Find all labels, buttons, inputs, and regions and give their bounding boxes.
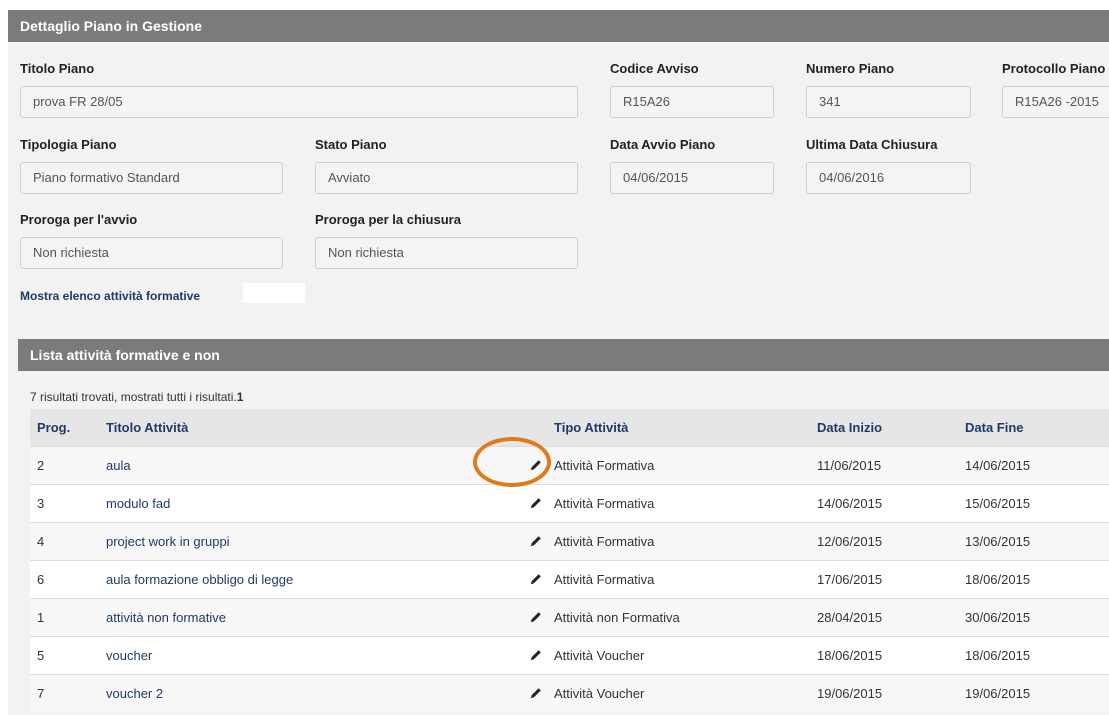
tipologia-piano-label: Tipologia Piano: [20, 137, 117, 152]
cell-fine: 13/06/2015: [965, 522, 1109, 561]
cell-prog: 3: [30, 484, 106, 523]
ultima-data-chiusura-label: Ultima Data Chiusura: [806, 137, 938, 152]
table-row: 5 voucher Attività Voucher 18/06/2015 18/06/…: [30, 636, 1109, 675]
col-titolo[interactable]: Titolo Attività: [106, 409, 441, 447]
pencil-icon[interactable]: [529, 534, 543, 548]
cell-tipo: Attività Formativa: [554, 522, 817, 561]
cell-fine: 15/06/2015: [965, 484, 1109, 523]
cell-edit: [441, 522, 554, 561]
results-text: 7 risultati trovati, mostrati tutti i ri…: [30, 390, 237, 404]
cell-inizio: 12/06/2015: [817, 522, 965, 561]
panel-title: Dettaglio Piano in Gestione: [8, 10, 1109, 42]
codice-avviso-field[interactable]: R15A26: [610, 86, 774, 118]
pencil-icon[interactable]: [529, 496, 543, 510]
cell-prog: 1: [30, 598, 106, 637]
table-row: 1 attività non formative Attività non Form…: [30, 598, 1109, 637]
titolo-piano-label: Titolo Piano: [20, 61, 95, 76]
pencil-icon[interactable]: [529, 648, 543, 662]
cell-edit: [441, 484, 554, 523]
cell-tipo: Attività Voucher: [554, 636, 817, 675]
cell-tipo: Attività Formativa: [554, 560, 817, 599]
cell-tipo: Attività Formativa: [554, 446, 817, 485]
proroga-avvio-label: Proroga per l'avvio: [20, 212, 138, 227]
cell-edit: [441, 560, 554, 599]
tipologia-piano-field[interactable]: Piano formativo Standard: [20, 162, 283, 194]
table-header-row: Prog. Titolo Attività Tipo Attività Data…: [30, 409, 1109, 447]
proroga-chiusura-label: Proroga per la chiusura: [315, 212, 461, 227]
protocollo-piano-label: Protocollo Piano: [1002, 61, 1106, 76]
cell-edit: [441, 674, 554, 712]
cell-titolo: attività non formative: [106, 598, 441, 637]
col-prog[interactable]: Prog.: [30, 409, 106, 447]
cell-titolo: voucher: [106, 636, 441, 675]
cell-titolo: modulo fad: [106, 484, 441, 523]
titolo-piano-field[interactable]: prova FR 28/05: [20, 86, 578, 118]
show-activities-link[interactable]: Mostra elenco attività formative: [20, 289, 200, 303]
stato-piano-field[interactable]: Avviato: [315, 162, 578, 194]
table-row: 3 modulo fad Attività Formativa 14/06/2015 1…: [30, 484, 1109, 523]
cell-inizio: 19/06/2015: [817, 674, 965, 712]
pencil-icon[interactable]: [529, 610, 543, 624]
cell-prog: 2: [30, 446, 106, 485]
cell-inizio: 11/06/2015: [817, 446, 965, 485]
activities-list-title: Lista attività formative e non: [18, 339, 1109, 371]
data-avvio-piano-field[interactable]: 04/06/2015: [610, 162, 774, 194]
cell-titolo: aula: [106, 446, 441, 485]
cell-inizio: 14/06/2015: [817, 484, 965, 523]
col-tipo[interactable]: Tipo Attività: [554, 409, 817, 447]
cell-prog: 6: [30, 560, 106, 599]
cell-titolo: aula formazione obbligo di legge: [106, 560, 441, 599]
table-row: 7 voucher 2 Attività Voucher 19/06/2015 19/0…: [30, 674, 1109, 712]
col-inizio[interactable]: Data Inizio: [817, 409, 965, 447]
cell-fine: 19/06/2015: [965, 674, 1109, 712]
redacted-box: [243, 283, 305, 303]
highlight-circle: [473, 437, 551, 487]
ultima-data-chiusura-field[interactable]: 04/06/2016: [806, 162, 971, 194]
cell-tipo: Attività Formativa: [554, 484, 817, 523]
cell-fine: 18/06/2015: [965, 560, 1109, 599]
cell-tipo: Attività Voucher: [554, 674, 817, 712]
cell-edit: [441, 598, 554, 637]
cell-edit: [441, 636, 554, 675]
proroga-chiusura-field[interactable]: Non richiesta: [315, 237, 578, 269]
cell-titolo: project work in gruppi: [106, 522, 441, 561]
table-row: 4 project work in gruppi Attività Formativ…: [30, 522, 1109, 561]
codice-avviso-label: Codice Avviso: [610, 61, 699, 76]
cell-fine: 14/06/2015: [965, 446, 1109, 485]
data-avvio-piano-label: Data Avvio Piano: [610, 137, 716, 152]
cell-fine: 18/06/2015: [965, 636, 1109, 675]
cell-inizio: 28/04/2015: [817, 598, 965, 637]
proroga-avvio-field[interactable]: Non richiesta: [20, 237, 283, 269]
results-count: 7 risultati trovati, mostrati tutti i ri…: [30, 390, 243, 404]
activities-table: Prog. Titolo Attività Tipo Attività Data…: [30, 409, 1109, 712]
cell-fine: 30/06/2015: [965, 598, 1109, 637]
cell-prog: 5: [30, 636, 106, 675]
cell-inizio: 17/06/2015: [817, 560, 965, 599]
col-fine[interactable]: Data Fine: [965, 409, 1109, 447]
stato-piano-label: Stato Piano: [315, 137, 387, 152]
table-row: 6 aula formazione obbligo di legge Attivit…: [30, 560, 1109, 599]
results-page: 1: [236, 390, 244, 404]
protocollo-piano-field[interactable]: R15A26 -2015: [1002, 86, 1109, 118]
numero-piano-label: Numero Piano: [806, 61, 895, 76]
numero-piano-field[interactable]: 341: [806, 86, 971, 118]
table-row: 2 aula Attività Formativa 11/06/2015 14/06/2…: [30, 446, 1109, 485]
cell-titolo: voucher 2: [106, 674, 441, 712]
pencil-icon[interactable]: [529, 572, 543, 586]
cell-inizio: 18/06/2015: [817, 636, 965, 675]
cell-prog: 4: [30, 522, 106, 561]
cell-prog: 7: [30, 674, 106, 712]
cell-tipo: Attività non Formativa: [554, 598, 817, 637]
pencil-icon[interactable]: [529, 686, 543, 700]
